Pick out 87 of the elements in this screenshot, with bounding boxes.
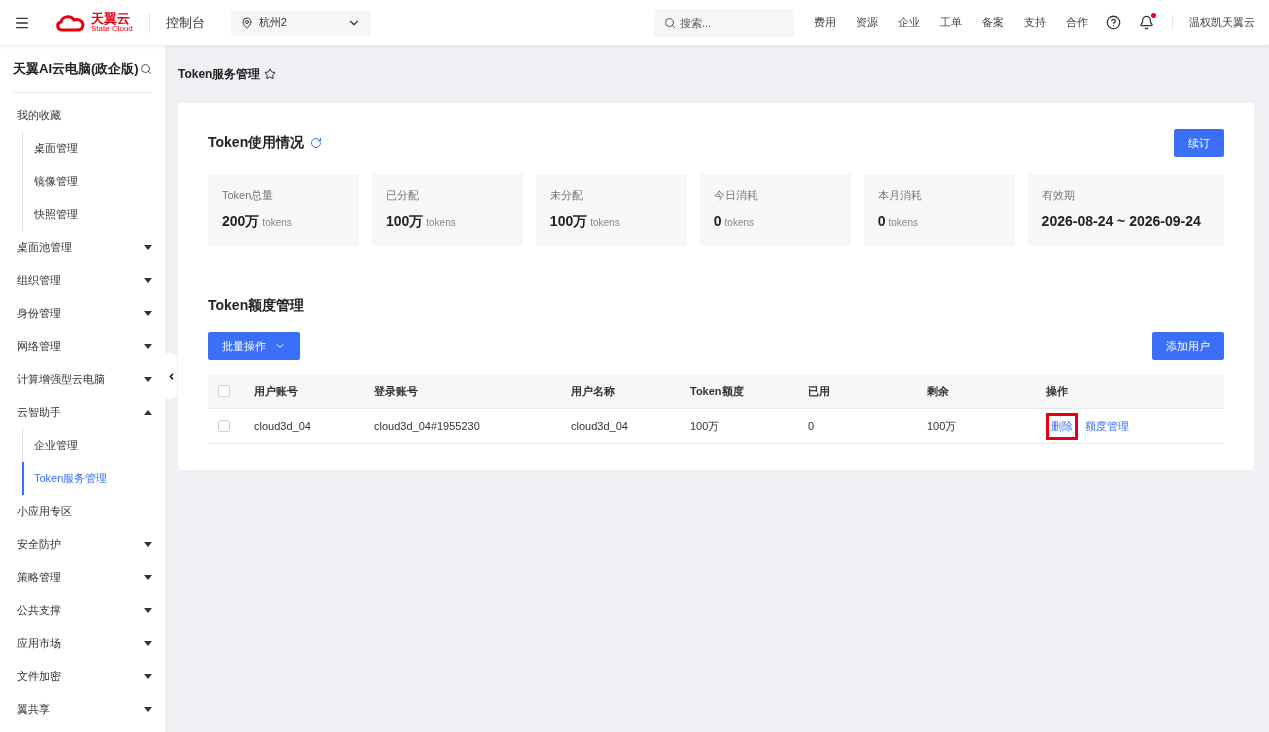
sidebar-item[interactable]: 小应用专区	[13, 495, 152, 528]
stat-value: 100万 tokens	[549, 213, 621, 231]
table-cell-text: cloud3d_04	[254, 420, 312, 432]
nav-link[interactable]: 工单	[940, 15, 962, 30]
location-pin-icon	[240, 16, 253, 29]
sidebar-item[interactable]: 公共支撑	[13, 594, 152, 627]
column-header: 用户账号	[254, 383, 299, 399]
nav-link[interactable]: 合作	[1066, 15, 1088, 30]
search-icon[interactable]	[140, 62, 152, 75]
search-field[interactable]: 搜索...	[654, 8, 794, 37]
table-cell-text: cloud3d_04	[571, 420, 629, 432]
sidebar-subitem[interactable]: 镜像管理	[22, 165, 152, 198]
caret-icon	[144, 674, 152, 679]
nav-link[interactable]: 支持	[1024, 15, 1046, 30]
stat-label: 未分配	[549, 188, 584, 203]
stat-label: Token总量	[222, 188, 275, 203]
action-link[interactable]: 删除	[1046, 412, 1078, 440]
notification-icon[interactable]	[1139, 15, 1154, 30]
refresh-icon[interactable]	[310, 137, 323, 149]
stat-label: 今日消耗	[713, 188, 759, 203]
stat-value: 100万 tokens	[385, 213, 457, 231]
checkbox[interactable]	[218, 420, 230, 432]
sidebar-item[interactable]: 应用市场	[13, 627, 152, 660]
caret-icon	[144, 575, 152, 580]
sidebar-item[interactable]: 翼共享	[13, 693, 152, 726]
caret-icon	[144, 542, 152, 547]
stat-label: 本月消耗	[877, 188, 923, 203]
nav-link[interactable]: 企业	[898, 15, 920, 30]
star-icon[interactable]	[264, 68, 277, 80]
batch-button[interactable]: 批量操作	[208, 332, 300, 360]
sidebar-subitem[interactable]: 快照管理	[22, 198, 152, 231]
add-user-button[interactable]: 添加用户	[1152, 332, 1224, 360]
sidebar-title: 天翼AI云电脑(政企版)	[13, 59, 139, 78]
collapse-handle[interactable]	[165, 353, 177, 399]
nav-link[interactable]: 备案	[982, 15, 1004, 30]
stat-label: 有效期	[1041, 188, 1076, 203]
column-header: 操作	[1046, 383, 1069, 399]
column-header: 剩余	[927, 383, 950, 399]
search-icon	[664, 16, 676, 29]
caret-icon	[144, 641, 152, 646]
sidebar-item[interactable]: 网络管理	[13, 330, 152, 363]
sidebar-subitem[interactable]: 桌面管理	[22, 132, 152, 165]
caret-icon	[144, 707, 152, 712]
column-header: 已用	[808, 383, 831, 399]
sidebar-subitem[interactable]: Token服务管理	[22, 462, 152, 495]
console-title[interactable]: 控制台	[165, 13, 205, 32]
sidebar-item[interactable]: 安全防护	[13, 528, 152, 561]
help-icon[interactable]	[1106, 15, 1121, 30]
sidebar-item[interactable]: 文件加密	[13, 660, 152, 693]
caret-icon	[144, 608, 152, 613]
region-select[interactable]: 杭州2	[230, 9, 371, 36]
caret-icon	[144, 278, 152, 283]
sidebar-item[interactable]: 我的收藏	[13, 99, 152, 132]
caret-icon	[144, 377, 152, 382]
logo[interactable]: 天翼云 State Cloud	[54, 12, 150, 33]
action-link[interactable]: 额度管理	[1080, 412, 1134, 440]
caret-icon	[144, 311, 152, 316]
stat-value: 0 tokens	[713, 213, 756, 229]
section-title: Token额度管理	[208, 297, 305, 313]
table-cell-text: 100万	[690, 418, 721, 434]
stat-value: 200万 tokens	[222, 213, 293, 231]
caret-icon	[144, 410, 152, 415]
column-header: 登录账号	[374, 383, 419, 399]
sidebar-subitem[interactable]: 企业管理	[22, 429, 152, 462]
section-title: Token使用情况	[208, 134, 305, 152]
caret-icon	[144, 245, 152, 250]
sidebar-item[interactable]: 组织管理	[13, 264, 152, 297]
page-title: Token服务管理	[178, 65, 261, 83]
stat-value: 2026-08-24 ~ 2026-09-24	[1041, 213, 1202, 229]
user-name[interactable]: 温权凯天翼云	[1172, 15, 1255, 30]
checkbox[interactable]	[218, 385, 230, 397]
nav-link[interactable]: 资源	[856, 15, 878, 30]
sidebar-item[interactable]: 策略管理	[13, 561, 152, 594]
sidebar-item[interactable]: 桌面池管理	[13, 231, 152, 264]
sidebar-item[interactable]: 云智助手	[13, 396, 152, 429]
column-header: 用户名称	[571, 383, 616, 399]
nav-link[interactable]: 费用	[814, 15, 836, 30]
stat-label: 已分配	[385, 188, 420, 203]
sidebar-item[interactable]: 计算增强型云电脑	[13, 363, 152, 396]
table-cell-text: 0	[808, 420, 816, 432]
stat-value: 0 tokens	[877, 213, 919, 229]
table-cell-text: cloud3d_04#1955230	[374, 420, 481, 432]
renew-button[interactable]: 续订	[1174, 129, 1224, 157]
column-header: Token额度	[690, 383, 745, 399]
sidebar-item[interactable]: 身份管理	[13, 297, 152, 330]
table-cell-text: 100万	[927, 418, 958, 434]
caret-icon	[144, 344, 152, 349]
